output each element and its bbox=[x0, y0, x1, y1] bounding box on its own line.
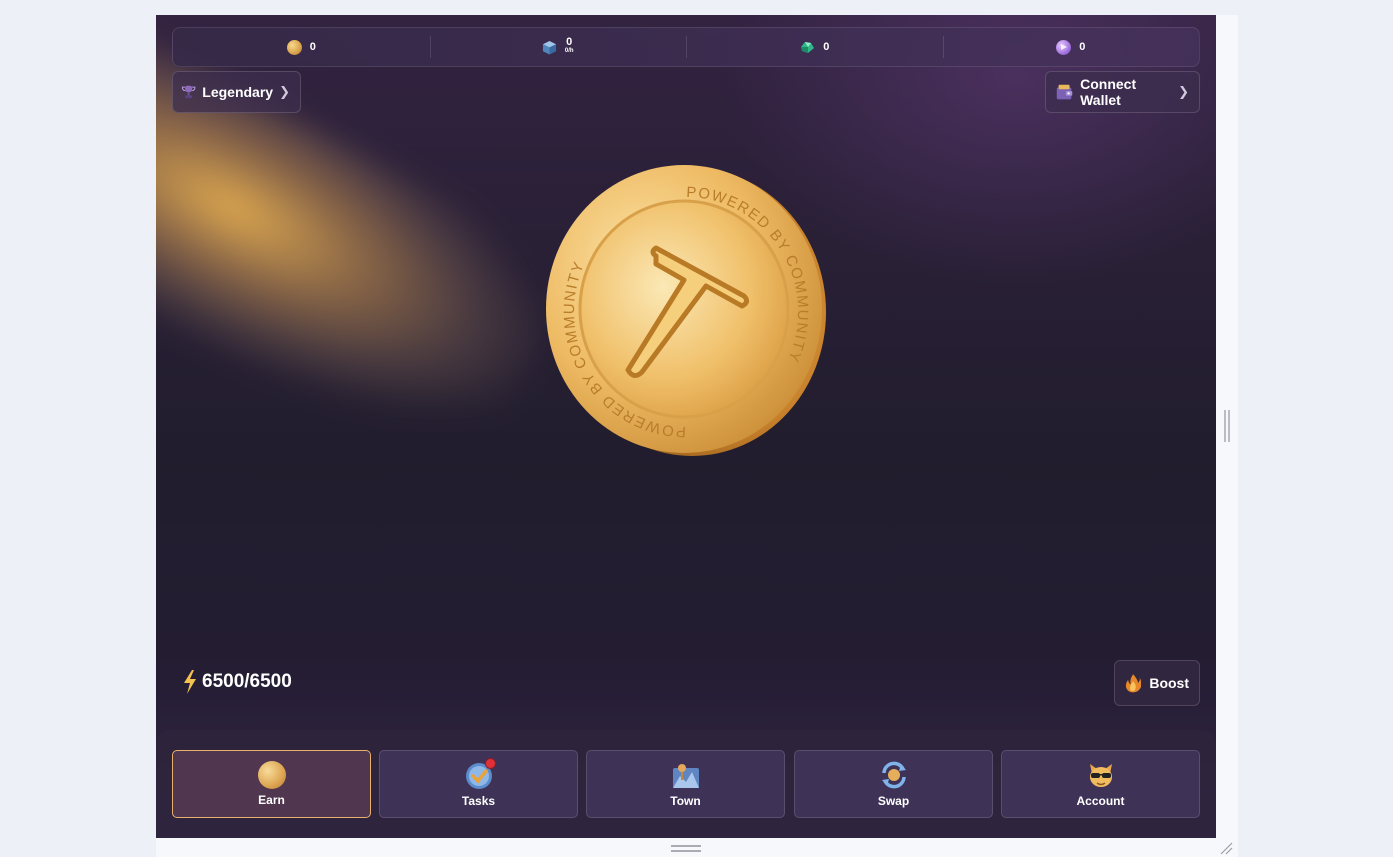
boost-button[interactable]: Boost bbox=[1114, 660, 1200, 706]
tap-coin[interactable]: POWERED BY COMMUNITY POWERED BY COMMUNIT… bbox=[544, 164, 828, 458]
chevron-right-icon: ❯ bbox=[1178, 84, 1189, 99]
stat-gems-value: 0 bbox=[823, 41, 830, 53]
nav-earn[interactable]: Earn bbox=[172, 750, 371, 818]
swap-icon bbox=[881, 761, 906, 789]
stats-bar: 0 0 0/h 0 0 bbox=[172, 27, 1200, 67]
nav-town[interactable]: Town bbox=[586, 750, 785, 818]
stat-tokens-value: 0 bbox=[1079, 41, 1086, 53]
chevron-right-icon: ❯ bbox=[279, 84, 290, 99]
resize-grip-icon[interactable] bbox=[1218, 840, 1234, 856]
tasks-check-icon bbox=[464, 758, 496, 790]
bottom-nav: Earn Tasks Town Swap Account bbox=[156, 730, 1216, 838]
gem-icon bbox=[801, 42, 815, 53]
gold-coin-icon bbox=[286, 39, 302, 55]
coin-icon bbox=[257, 761, 286, 789]
app-window: 0 0 0/h 0 0 Legendary ❯ Connect Wallet ❯… bbox=[156, 15, 1216, 838]
trophy-icon bbox=[181, 85, 196, 99]
bottom-resize-handle[interactable] bbox=[671, 845, 701, 852]
stat-tokens: 0 bbox=[942, 28, 1200, 66]
stat-cubes-rate: 0/h bbox=[564, 48, 574, 54]
nav-swap[interactable]: Swap bbox=[794, 750, 993, 818]
league-button[interactable]: Legendary ❯ bbox=[172, 71, 301, 113]
connect-wallet-button[interactable]: Connect Wallet ❯ bbox=[1045, 71, 1200, 113]
stat-cubes-value: 0 bbox=[566, 36, 573, 48]
wallet-label: Connect Wallet bbox=[1080, 76, 1137, 108]
nav-account[interactable]: Account bbox=[1001, 750, 1200, 818]
nav-swap-label: Swap bbox=[877, 794, 910, 808]
purple-token-icon bbox=[1056, 39, 1072, 55]
lightning-icon bbox=[184, 670, 196, 694]
stat-gems: 0 bbox=[686, 28, 943, 66]
cube-icon bbox=[542, 40, 556, 55]
nav-tasks-label: Tasks bbox=[461, 794, 496, 808]
boost-label: Boost bbox=[1149, 675, 1189, 691]
stat-cubes-group: 0 0/h bbox=[564, 36, 574, 56]
side-resize-handle[interactable] bbox=[1224, 410, 1230, 442]
nav-account-label: Account bbox=[1076, 794, 1125, 808]
energy-counter: 6500/6500 bbox=[182, 670, 292, 694]
town-icon bbox=[672, 764, 699, 788]
nav-town-label: Town bbox=[670, 794, 701, 808]
flame-icon bbox=[1125, 674, 1142, 693]
cat-avatar-icon bbox=[1089, 764, 1112, 787]
stat-coins: 0 bbox=[173, 28, 430, 66]
energy-value: 6500/6500 bbox=[202, 671, 292, 692]
league-label: Legendary bbox=[202, 84, 274, 100]
notification-badge bbox=[484, 758, 496, 769]
stat-coins-value: 0 bbox=[309, 41, 316, 53]
nav-earn-label: Earn bbox=[258, 793, 285, 807]
wallet-icon bbox=[1056, 84, 1073, 100]
nav-tasks[interactable]: Tasks bbox=[379, 750, 578, 818]
stat-cubes: 0 0/h bbox=[429, 28, 687, 66]
